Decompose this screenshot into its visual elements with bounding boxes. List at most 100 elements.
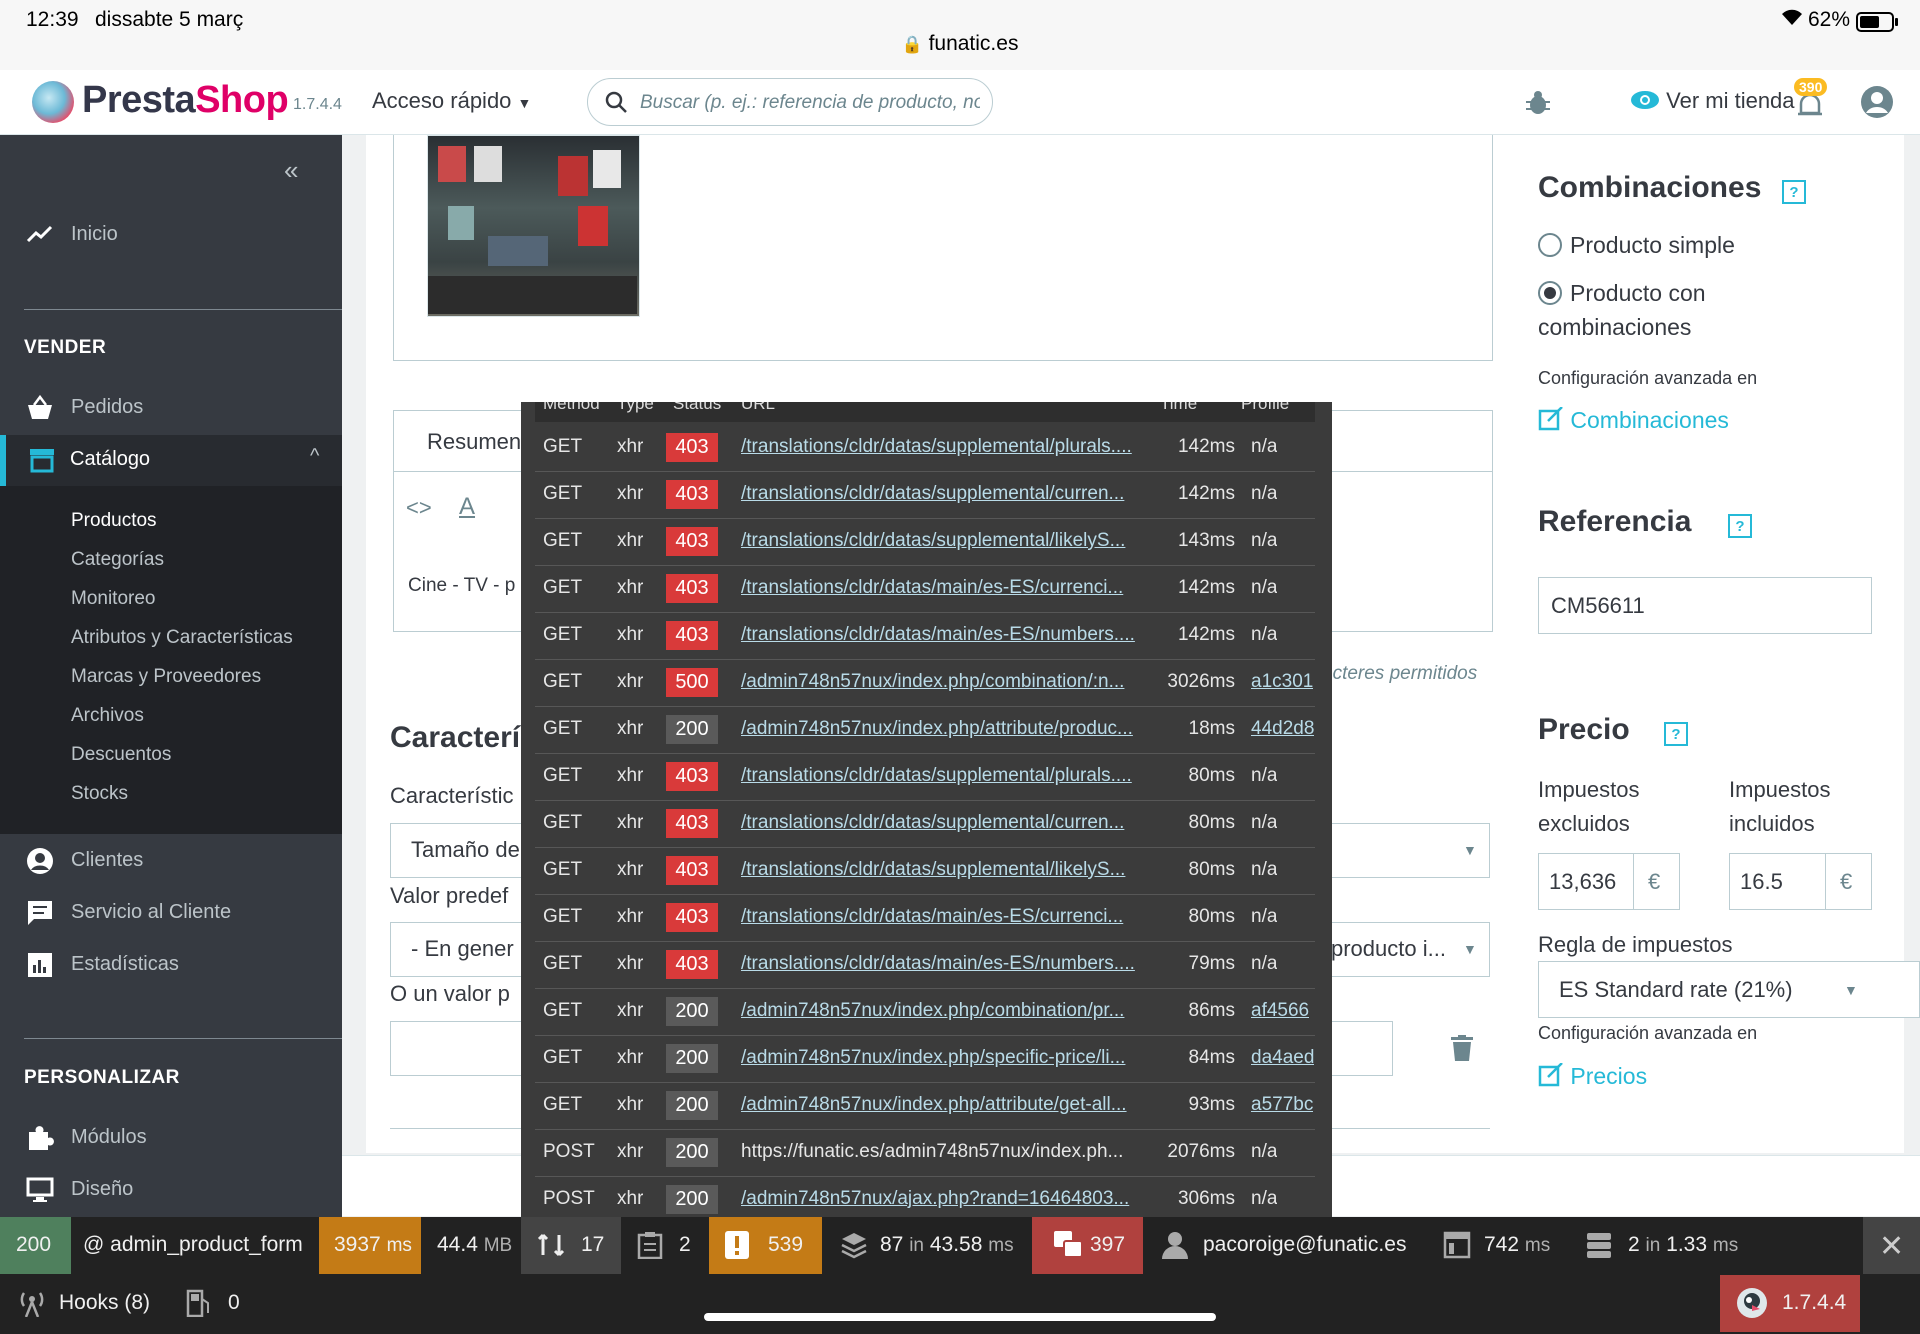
route-block[interactable]: @ admin_product_form xyxy=(71,1217,319,1274)
request-profile-link: n/a xyxy=(1251,436,1278,457)
sidebar-subitem-stocks[interactable]: Stocks xyxy=(71,783,128,805)
request-url-link[interactable]: /translations/cldr/datas/supplemental/pl… xyxy=(741,765,1146,787)
request-profile-link[interactable]: a577bc xyxy=(1251,1094,1313,1116)
logo-shop: Shop xyxy=(195,79,289,121)
request-url-link[interactable]: /translations/cldr/datas/main/es-ES/numb… xyxy=(741,624,1146,646)
request-profile-link[interactable]: a1c301 xyxy=(1251,671,1313,693)
logs-block[interactable]: 539 xyxy=(709,1217,822,1274)
bell-icon[interactable] xyxy=(1796,92,1824,125)
ajax-block[interactable]: 17 xyxy=(521,1217,621,1274)
request-url-link[interactable]: /translations/cldr/datas/main/es-ES/curr… xyxy=(741,577,1146,599)
ajax-request-row: GET xhr 403/translations/cldr/datas/supple… xyxy=(535,847,1315,895)
request-profile-link[interactable]: 44d2d8 xyxy=(1251,718,1314,740)
request-time: 80ms xyxy=(1188,812,1235,833)
request-profile-link: n/a xyxy=(1251,765,1278,786)
sidebar-subitem-productos[interactable]: Productos xyxy=(71,510,157,532)
sidebar-subitem-marcas[interactable]: Marcas y Proveedores xyxy=(71,666,261,688)
request-url-link[interactable]: /admin748n57nux/index.php/attribute/get-… xyxy=(741,1094,1146,1116)
modules-block[interactable]: 0 xyxy=(170,1275,260,1332)
prestashop-logo[interactable]: PrestaShop xyxy=(82,79,289,122)
code-view-icon[interactable]: <> xyxy=(406,495,432,521)
request-profile-link[interactable]: af4566 xyxy=(1251,1000,1309,1022)
prices-link[interactable]: Precios xyxy=(1538,1062,1648,1090)
help-icon[interactable]: ? xyxy=(1664,722,1688,746)
request-time-block[interactable]: 3937 ms xyxy=(319,1217,421,1274)
hooks-block[interactable]: Hooks (8) xyxy=(0,1275,170,1332)
request-url-link[interactable]: /translations/cldr/datas/supplemental/cu… xyxy=(741,483,1146,505)
cache-unit: ms xyxy=(988,1235,1014,1256)
sidebar-item-catalogo[interactable]: Catálogo ^ xyxy=(0,435,342,486)
prestashop-logo-icon[interactable] xyxy=(32,81,74,123)
request-url-link[interactable]: /translations/cldr/datas/supplemental/li… xyxy=(741,859,1146,881)
home-indicator[interactable] xyxy=(704,1313,1216,1321)
render-block[interactable]: 742 ms xyxy=(1419,1217,1563,1274)
prestashop-version-block[interactable]: 1.7.4.4 xyxy=(1720,1275,1860,1332)
sidebar-subitem-categorias[interactable]: Categorías xyxy=(71,549,164,571)
description-text[interactable]: Cine - TV - p xyxy=(408,575,515,597)
price-excl-input[interactable]: 13,636 € xyxy=(1538,853,1680,910)
request-url-link[interactable]: /translations/cldr/datas/supplemental/li… xyxy=(741,530,1146,552)
tab-resumen[interactable]: Resumen xyxy=(394,411,534,471)
address-bar[interactable]: 🔒 funatic.es xyxy=(0,32,1920,56)
request-type: xhr xyxy=(617,530,644,551)
ajax-request-row: GET xhr 403/translations/cldr/datas/main/e… xyxy=(535,565,1315,613)
status-code-block[interactable]: 200 xyxy=(0,1217,71,1274)
help-icon[interactable]: ? xyxy=(1728,514,1752,538)
request-url-link[interactable]: /translations/cldr/datas/main/es-ES/curr… xyxy=(741,906,1146,928)
quick-access-dropdown[interactable]: Acceso rápido ▼ xyxy=(372,88,531,114)
request-status-badge: 403 xyxy=(666,903,718,932)
request-method: GET xyxy=(543,906,583,927)
search-input[interactable] xyxy=(638,89,982,117)
search-box[interactable] xyxy=(587,78,993,126)
db-queries: 2 xyxy=(1628,1233,1640,1256)
view-store-link[interactable]: Ver mi tienda xyxy=(1630,88,1795,114)
database-block[interactable]: 2 in 1.33 ms xyxy=(1563,1217,1763,1274)
radio-combinations-product[interactable] xyxy=(1538,281,1562,305)
request-url-link[interactable]: /admin748n57nux/index.php/specific-price… xyxy=(741,1047,1146,1069)
sidebar-subitem-descuentos[interactable]: Descuentos xyxy=(71,744,171,766)
ajax-request-row: GET xhr 403/translations/cldr/datas/supple… xyxy=(535,800,1315,848)
chat-icon xyxy=(26,899,54,927)
divider xyxy=(24,309,342,310)
request-url-link[interactable]: /translations/cldr/datas/supplemental/cu… xyxy=(741,812,1146,834)
help-icon[interactable]: ? xyxy=(1782,180,1806,204)
request-url-link[interactable]: /translations/cldr/datas/supplemental/pl… xyxy=(741,436,1146,458)
user-avatar-icon[interactable] xyxy=(1860,85,1894,124)
collapse-sidebar-icon[interactable]: « xyxy=(284,155,298,186)
request-url-link[interactable]: /admin748n57nux/ajax.php?rand=16464803..… xyxy=(741,1188,1146,1210)
request-profile-link[interactable]: da4aed xyxy=(1251,1047,1314,1069)
combinations-link[interactable]: Combinaciones xyxy=(1538,406,1729,434)
price-incl-input[interactable]: 16.5 € xyxy=(1729,853,1872,910)
sidebar-subitem-archivos[interactable]: Archivos xyxy=(71,705,144,727)
sidebar-subitem-atributos[interactable]: Atributos y Características xyxy=(71,627,293,649)
forms-block[interactable]: 2 xyxy=(621,1217,709,1274)
request-url-link[interactable]: /translations/cldr/datas/main/es-ES/numb… xyxy=(741,953,1146,975)
reference-title: Referencia xyxy=(1538,505,1692,538)
request-url-link[interactable]: /admin748n57nux/index.php/combination/:n… xyxy=(741,671,1146,693)
request-time: 80ms xyxy=(1188,859,1235,880)
text-format-icon[interactable]: A xyxy=(459,493,475,521)
debug-bug-icon[interactable] xyxy=(1526,90,1550,121)
close-toolbar-button[interactable]: ✕ xyxy=(1863,1217,1920,1274)
ajax-request-row: GET xhr 200/admin748n57nux/index.php/combi… xyxy=(535,988,1315,1036)
prices-link-label: Precios xyxy=(1570,1063,1648,1089)
tax-rule-select[interactable]: ES Standard rate (21%) ▼ xyxy=(1538,961,1920,1018)
trash-icon[interactable] xyxy=(1451,1035,1473,1066)
request-url-link[interactable]: /admin748n57nux/index.php/attribute/prod… xyxy=(741,718,1146,740)
product-image-thumbnail[interactable] xyxy=(427,135,640,317)
ajax-request-row: GET xhr 403/translations/cldr/datas/main/e… xyxy=(535,941,1315,989)
request-time: 84ms xyxy=(1188,1047,1235,1068)
radio-simple-product[interactable] xyxy=(1538,233,1562,257)
ajax-request-row: GET xhr 403/translations/cldr/datas/main/e… xyxy=(535,612,1315,660)
search-icon xyxy=(604,90,628,119)
sidebar-subitem-monitoreo[interactable]: Monitoreo xyxy=(71,588,156,610)
user-block[interactable]: pacoroige@funatic.es xyxy=(1143,1217,1419,1274)
translations-block[interactable]: 397 xyxy=(1032,1217,1143,1274)
cache-block[interactable]: 87 in 43.58 ms xyxy=(822,1217,1032,1274)
memory-block[interactable]: 44.4 MB xyxy=(421,1217,521,1274)
request-type: xhr xyxy=(617,812,644,833)
reference-input[interactable]: CM56611 xyxy=(1538,577,1872,634)
sidebar-item-label: Servicio al Cliente xyxy=(71,901,232,923)
translation-icon xyxy=(1054,1231,1084,1265)
request-url-link[interactable]: /admin748n57nux/index.php/combination/pr… xyxy=(741,1000,1146,1022)
